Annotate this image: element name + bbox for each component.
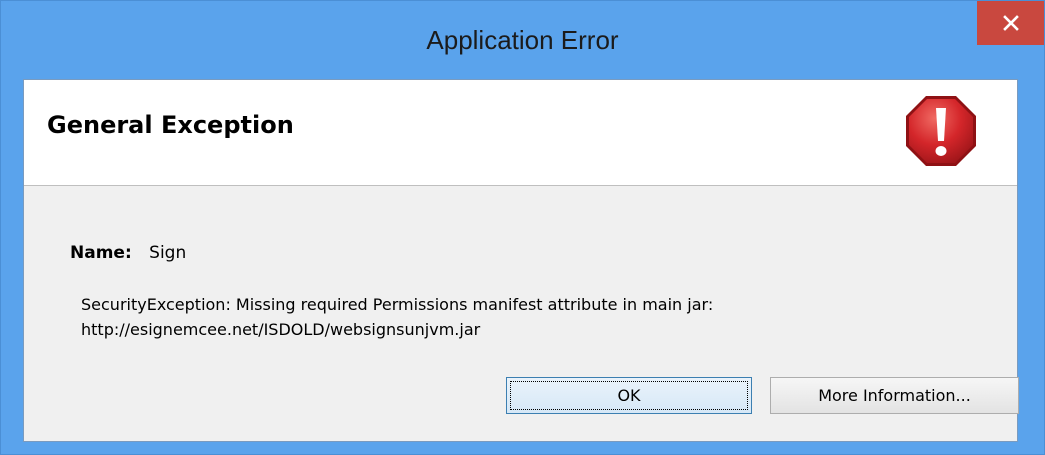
ok-button-label: OK bbox=[617, 386, 641, 405]
name-value: Sign bbox=[149, 243, 187, 263]
application-error-dialog: Application Error General Exception Name… bbox=[0, 0, 1045, 455]
name-label: Name: bbox=[70, 243, 132, 263]
ok-button[interactable]: OK bbox=[506, 377, 752, 414]
close-button[interactable] bbox=[977, 1, 1044, 45]
close-icon bbox=[1002, 15, 1019, 31]
name-row: Name: Sign bbox=[70, 243, 186, 263]
dialog-header: General Exception bbox=[24, 80, 1017, 186]
more-information-button-label: More Information... bbox=[818, 386, 971, 405]
exception-title: General Exception bbox=[47, 111, 294, 139]
error-message-line-2: http://esignemcee.net/ISDOLD/websignsunj… bbox=[81, 320, 481, 339]
more-information-button[interactable]: More Information... bbox=[770, 377, 1019, 414]
error-message-line-1: SecurityException: Missing required Perm… bbox=[81, 295, 714, 314]
window-title: Application Error bbox=[426, 25, 619, 55]
dialog-body: General Exception Name: Sign SecurityExc… bbox=[23, 79, 1019, 442]
title-bar[interactable]: Application Error bbox=[1, 1, 1044, 79]
error-message: SecurityException: Missing required Perm… bbox=[81, 292, 981, 342]
error-stop-icon bbox=[905, 95, 977, 167]
